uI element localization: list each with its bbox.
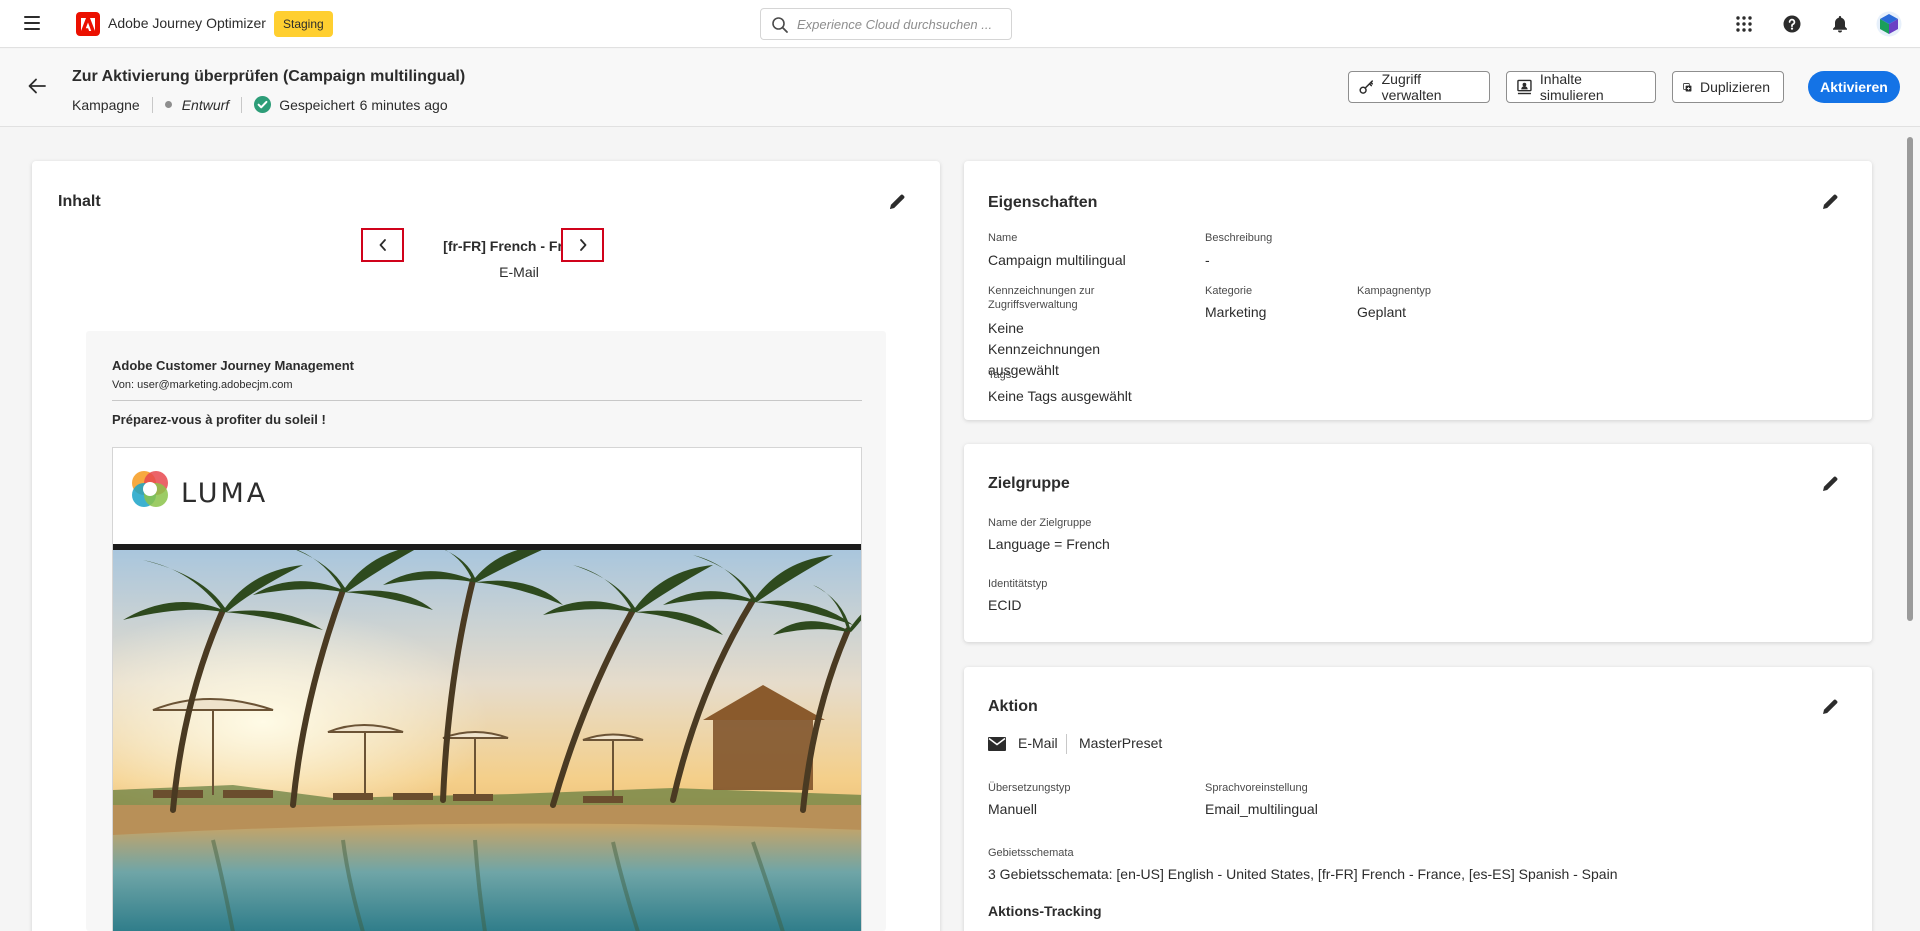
envelope-icon xyxy=(988,737,1006,751)
manage-access-button[interactable]: Zugriff verwalten xyxy=(1348,71,1490,103)
email-preview: Adobe Customer Journey Management Von: u… xyxy=(86,331,886,931)
scrollbar-thumb[interactable] xyxy=(1907,137,1913,621)
chevron-right-icon xyxy=(579,239,586,251)
chevron-left-icon xyxy=(379,239,386,251)
simulate-icon xyxy=(1517,79,1532,95)
language-setting-value: Email_multilingual xyxy=(1205,801,1318,817)
notifications-bell-icon[interactable] xyxy=(1829,13,1851,35)
next-locale-button[interactable] xyxy=(561,228,604,262)
activate-button[interactable]: Aktivieren xyxy=(1808,71,1900,103)
action-channel: E-Mail xyxy=(1018,735,1058,751)
page-scrollbar[interactable] xyxy=(1905,133,1915,931)
action-card: Aktion E-Mail MasterPreset Übersetzungst… xyxy=(964,667,1872,931)
edit-pencil-icon[interactable] xyxy=(1820,474,1840,494)
divider xyxy=(112,400,862,401)
description-value: - xyxy=(1205,252,1210,268)
status-label: Entwurf xyxy=(181,96,230,113)
divider xyxy=(151,96,153,113)
simulate-content-button[interactable]: Inhalte simulieren xyxy=(1506,71,1656,103)
edit-pencil-icon[interactable] xyxy=(1820,192,1840,212)
action-card-title: Aktion xyxy=(988,698,1038,715)
apps-grid-icon[interactable] xyxy=(1733,13,1755,35)
email-header: LUMA xyxy=(113,448,861,545)
key-icon xyxy=(1359,80,1373,94)
translation-type-value: Manuell xyxy=(988,801,1038,817)
name-value: Campaign multilingual xyxy=(988,252,1126,268)
saved-time: 6 minutes ago xyxy=(359,96,448,113)
search-icon xyxy=(772,17,788,33)
audience-name-label: Name der Zielgruppe xyxy=(988,517,1092,529)
campaign-meta: Kampagne Entwurf Gespeichert 6 minutes a… xyxy=(72,96,448,113)
email-body: LUMA xyxy=(112,447,862,931)
sender-name: Adobe Customer Journey Management xyxy=(112,358,354,373)
properties-card-title: Eigenschaften xyxy=(988,194,1098,211)
name-label: Name xyxy=(988,232,1018,244)
language-setting-label: Sprachvoreinstellung xyxy=(1205,782,1308,794)
simulate-content-label: Inhalte simulieren xyxy=(1539,71,1604,103)
action-preset: MasterPreset xyxy=(1079,735,1163,751)
environment-badge: Staging xyxy=(274,11,333,37)
campaign-type-label: Kampagnentyp xyxy=(1357,285,1431,297)
previous-locale-button[interactable] xyxy=(361,228,404,262)
description-label: Beschreibung xyxy=(1205,232,1273,244)
luma-logo-icon xyxy=(132,471,168,507)
campaign-type-value: Geplant xyxy=(1357,304,1407,320)
page-header: Zur Aktivierung überprüfen (Campaign mul… xyxy=(0,49,1920,127)
menu-icon[interactable] xyxy=(24,16,40,30)
duplicate-icon xyxy=(1683,82,1692,91)
locales-label: Gebietsschemata xyxy=(988,847,1074,859)
search-box[interactable] xyxy=(760,8,1012,40)
app-name[interactable]: Adobe Journey Optimizer xyxy=(108,15,266,31)
user-avatar[interactable] xyxy=(1876,11,1902,37)
check-circle-icon xyxy=(254,96,272,113)
tags-value: Keine Tags ausgewählt xyxy=(988,388,1132,404)
manage-access-label: Zugriff verwalten xyxy=(1381,71,1442,103)
audience-card: Zielgruppe Name der Zielgruppe Language … xyxy=(964,444,1872,642)
email-subject: Préparez-vous à profiter du soleil ! xyxy=(112,412,326,427)
audience-card-title: Zielgruppe xyxy=(988,475,1070,492)
hero-image xyxy=(113,550,861,931)
page-title: Zur Aktivierung überprüfen (Campaign mul… xyxy=(72,68,466,85)
duplicate-button[interactable]: Duplizieren xyxy=(1672,71,1784,103)
edit-pencil-icon[interactable] xyxy=(1820,697,1840,717)
search-input[interactable] xyxy=(797,16,997,32)
adobe-logo-icon[interactable] xyxy=(76,12,100,36)
translation-type-label: Übersetzungstyp xyxy=(988,782,1071,794)
object-type: Kampagne xyxy=(72,96,140,113)
audience-name-value: Language = French xyxy=(988,536,1110,552)
saved-label: Gespeichert xyxy=(279,96,355,113)
locales-value: 3 Gebietsschemata: [en-US] English - Uni… xyxy=(988,866,1618,882)
category-label: Kategorie xyxy=(1205,285,1253,297)
tags-label: Tags xyxy=(988,369,1012,381)
properties-card: Eigenschaften Name Campaign multilingual… xyxy=(964,161,1872,420)
content-card-title: Inhalt xyxy=(58,193,101,210)
status-dot-icon xyxy=(164,101,172,108)
sender-address: Von: user@marketing.adobecjm.com xyxy=(112,379,293,391)
channel-name: E-Mail xyxy=(499,264,539,280)
help-icon[interactable] xyxy=(1781,13,1803,35)
divider xyxy=(241,96,243,113)
action-tracking-title: Aktions-Tracking xyxy=(988,903,1102,919)
identity-type-label: Identitätstyp xyxy=(988,578,1048,590)
duplicate-label: Duplizieren xyxy=(1699,79,1770,95)
back-arrow-icon[interactable] xyxy=(28,78,46,94)
brand-name: LUMA xyxy=(181,478,269,509)
divider xyxy=(1066,734,1067,754)
identity-type-value: ECID xyxy=(988,597,1022,613)
top-bar: Adobe Journey Optimizer Staging xyxy=(0,0,1920,48)
category-value: Marketing xyxy=(1205,304,1267,320)
access-labels-label: Kennzeichnungen zur Zugriffsverwaltung xyxy=(988,285,1095,311)
edit-pencil-icon[interactable] xyxy=(887,192,907,212)
content-card: Inhalt [fr-FR] French - France E-Mail Ad… xyxy=(32,161,940,931)
